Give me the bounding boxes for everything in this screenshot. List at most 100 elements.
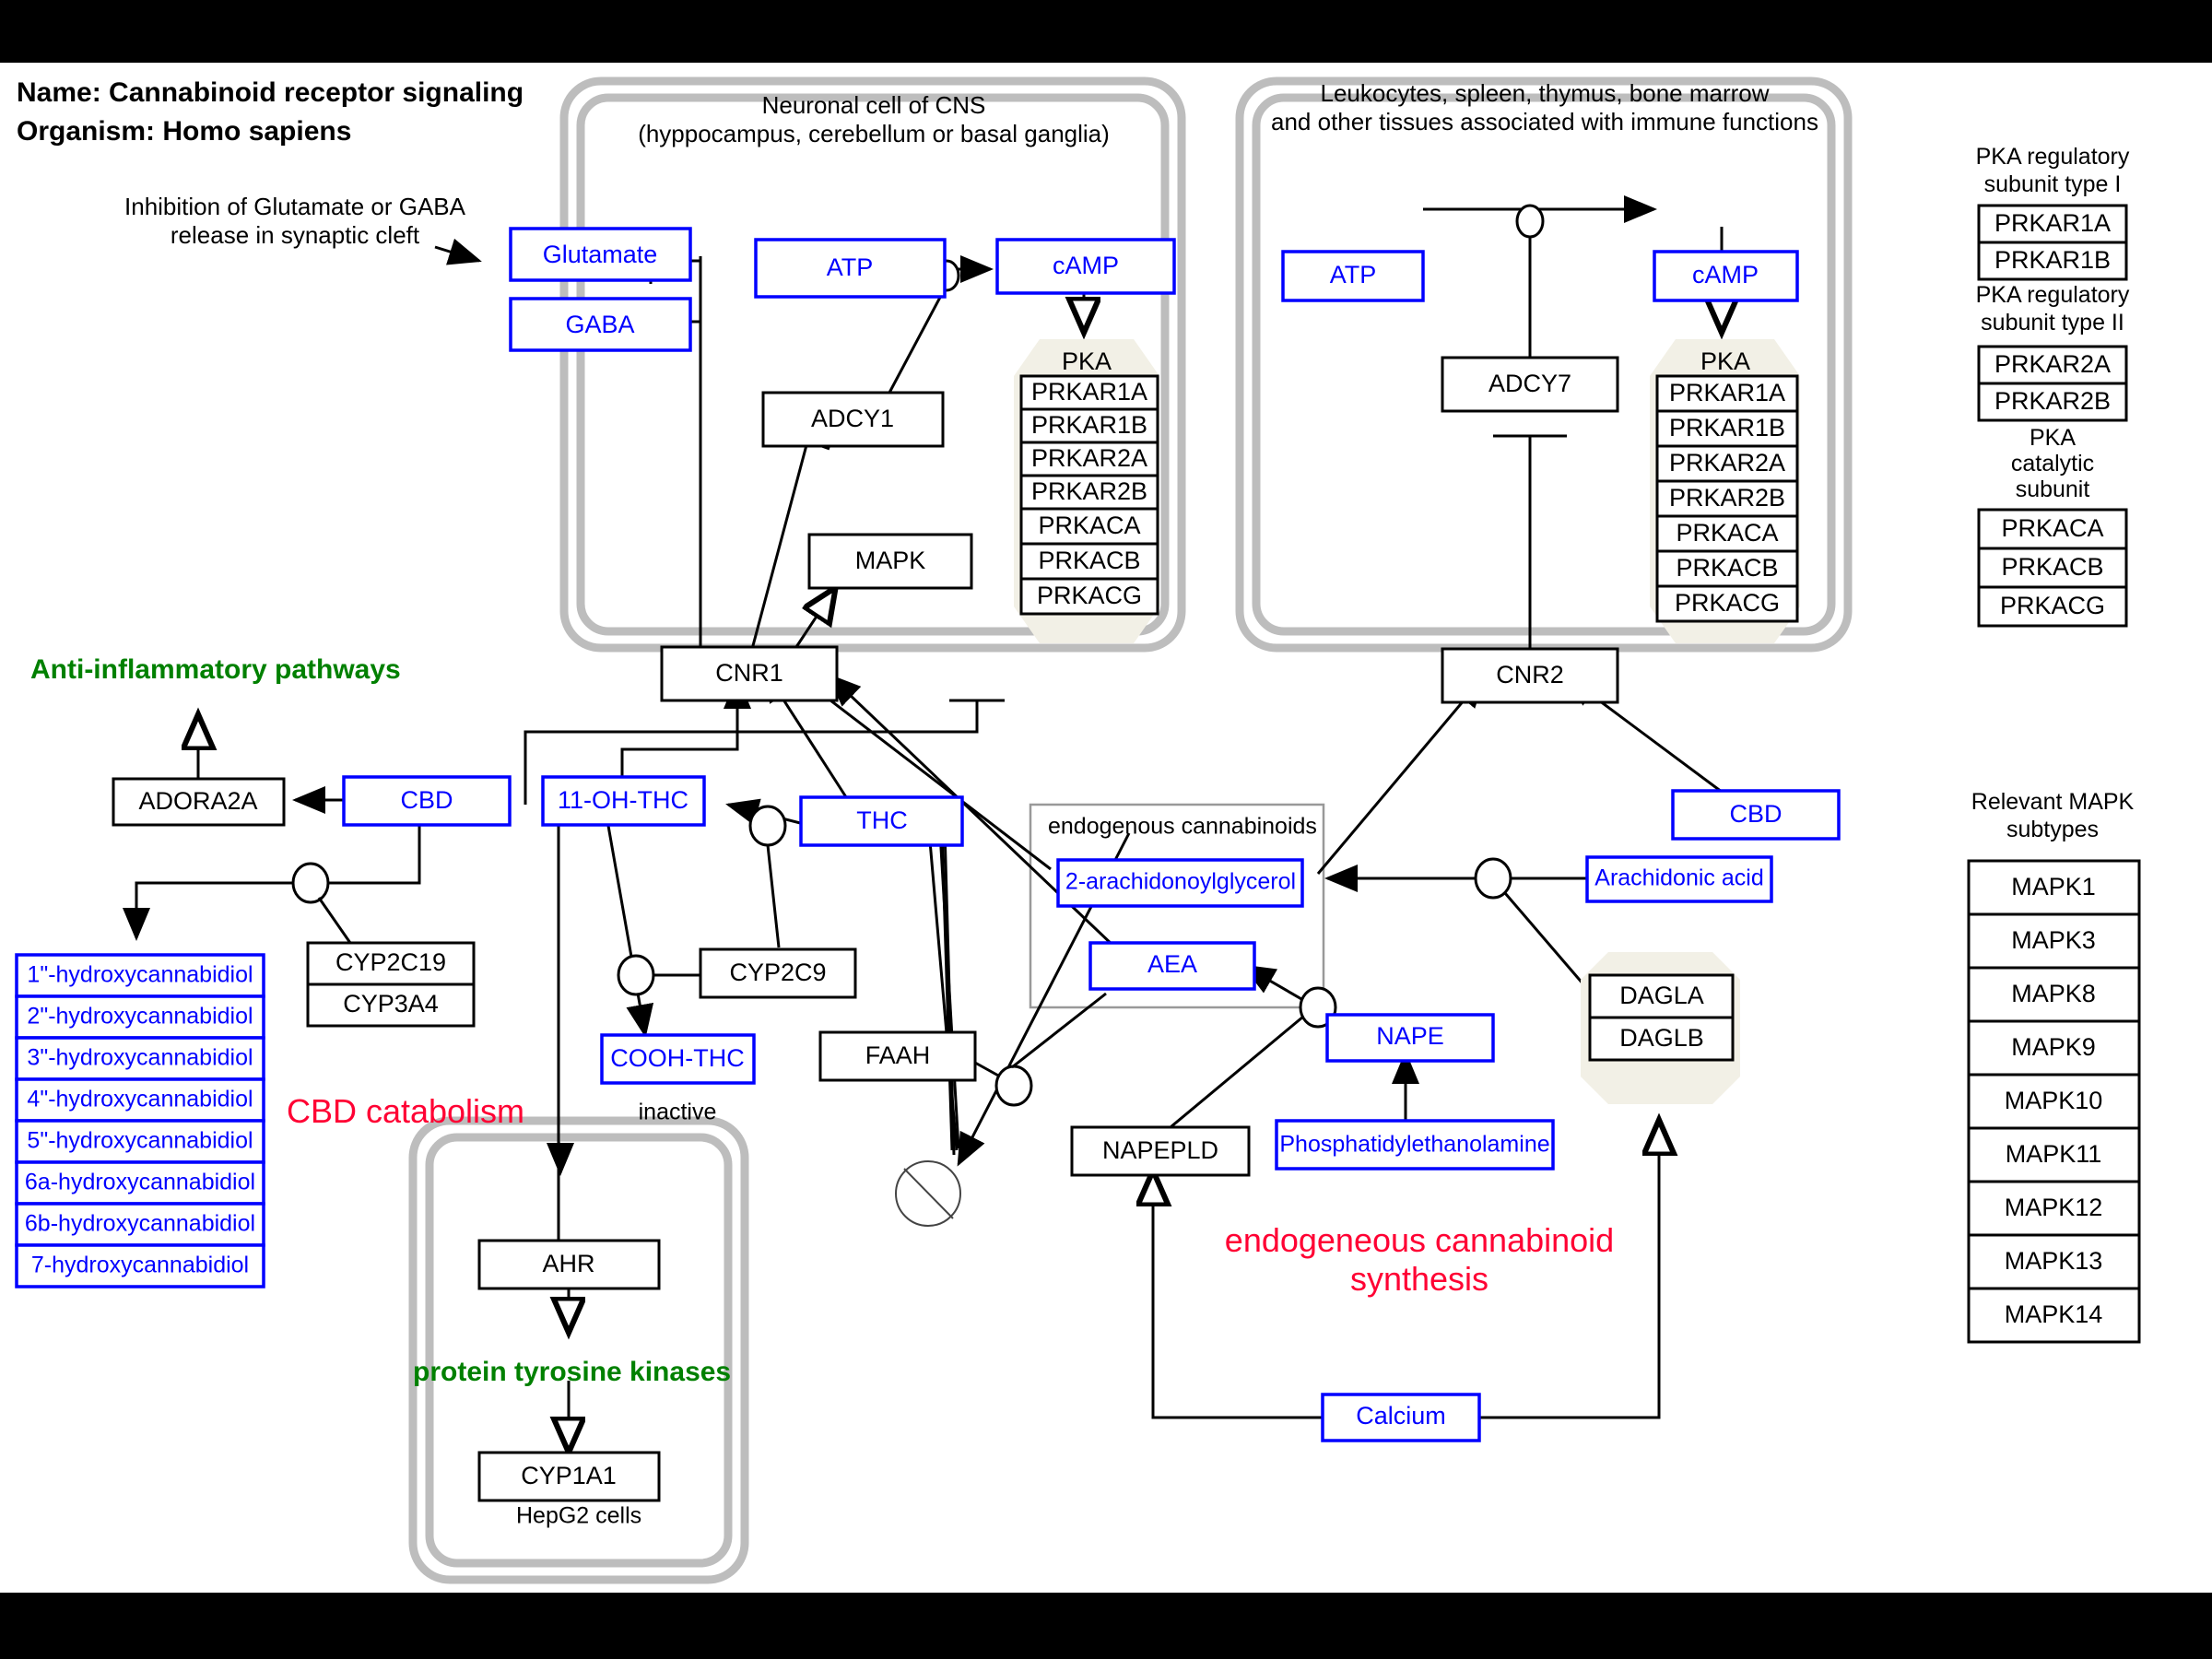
pathway-canvas: Neuronal cell of CNS (hyppocampus, cereb… <box>0 63 2212 1593</box>
metabolite-label: 6a-hydroxycannabidiol <box>25 1170 255 1195</box>
node-cyp2c9[interactable]: CYP2C9 <box>699 947 857 999</box>
pka-member-row[interactable]: PRKAR2B <box>1655 479 1799 518</box>
legend-item[interactable]: PRKAR1B <box>1977 241 2128 281</box>
legend-item[interactable]: MAPK1 <box>1967 859 2141 916</box>
legend-item[interactable]: PRKAR2A <box>1977 345 2128 385</box>
legend-item[interactable]: PRKAR1A <box>1977 204 2128 244</box>
list-item[interactable]: 7-hydroxycannabidiol <box>15 1243 265 1288</box>
node-cooh-thc[interactable]: COOH-THC <box>600 1033 756 1085</box>
gaba-label: GABA <box>565 311 634 338</box>
pka-complex-neuron-title: PKA <box>1062 347 1112 375</box>
daglb-label: DAGLB <box>1619 1024 1704 1052</box>
pka-member-row[interactable]: PRKAR1B <box>1019 407 1159 444</box>
pka-complex-neuron: PKA PRKAR1A PRKAR1B PRKAR2A PRKAR2B PRKA… <box>1014 339 1159 643</box>
node-cnr2[interactable]: CNR2 <box>1441 647 1619 704</box>
node-calcium[interactable]: Calcium <box>1321 1393 1481 1442</box>
node-gaba[interactable]: GABA <box>509 297 692 352</box>
endo-group-label: endogenous cannabinoids <box>1048 814 1317 840</box>
node-arachidonic-acid[interactable]: Arachidonic acid <box>1585 855 1773 903</box>
pka-complex-immune-title: PKA <box>1700 347 1750 375</box>
legend-item[interactable]: PRKACA <box>1977 508 2128 550</box>
pka-member-label: PRKACA <box>1676 519 1778 547</box>
list-item[interactable]: 6b-hydroxycannabidiol <box>15 1202 265 1247</box>
list-item[interactable]: 5"-hydroxycannabidiol <box>15 1119 265 1164</box>
list-item[interactable]: 2"-hydroxycannabidiol <box>15 994 265 1040</box>
protein-tyrosine-kinases-label: protein tyrosine kinases <box>413 1357 731 1387</box>
node-cyp1a1[interactable]: CYP1A1 <box>477 1451 661 1502</box>
pka-member-label: PRKAR2B <box>1031 477 1147 505</box>
pka-member-row[interactable]: PRKACB <box>1019 542 1159 581</box>
cyp1a1-label: CYP1A1 <box>521 1462 617 1489</box>
list-item[interactable]: 6a-hydroxycannabidiol <box>15 1160 265 1206</box>
node-aea[interactable]: AEA <box>1088 941 1256 991</box>
pka-member-row[interactable]: PRKAR1A <box>1655 374 1799 413</box>
dagla-label: DAGLA <box>1619 982 1704 1009</box>
legend-item[interactable]: MAPK11 <box>1967 1126 2141 1183</box>
node-atp-immune[interactable]: ATP <box>1281 250 1425 302</box>
list-item[interactable]: 4"-hydroxycannabidiol <box>15 1077 265 1123</box>
node-adcy1[interactable]: ADCY1 <box>761 391 945 448</box>
legend-label: PRKAR1A <box>1994 209 2111 237</box>
pka-member-row[interactable]: PRKACG <box>1019 577 1159 616</box>
adcy7-label: ADCY7 <box>1488 370 1571 397</box>
node-cyp3a4[interactable]: CYP3A4 <box>306 982 476 1028</box>
node-camp-immune[interactable]: cAMP <box>1653 250 1799 302</box>
node-adcy7[interactable]: ADCY7 <box>1441 356 1619 413</box>
node-adora2a[interactable]: ADORA2A <box>112 777 286 827</box>
legend-pkac-title3: subunit <box>2016 477 2090 502</box>
legend-item[interactable]: MAPK14 <box>1967 1287 2141 1344</box>
node-napepld[interactable]: NAPEPLD <box>1070 1125 1251 1177</box>
pka-member-row[interactable]: PRKACB <box>1655 549 1799 588</box>
pe-label: Phosphatidylethanolamine <box>1279 1132 1549 1158</box>
pka-member-row[interactable]: PRKAR2A <box>1019 441 1159 477</box>
pka-member-row[interactable]: PRKACA <box>1655 514 1799 553</box>
legend-item[interactable]: MAPK12 <box>1967 1180 2141 1237</box>
legend-label: MAPK3 <box>2011 926 2096 954</box>
nape-label: NAPE <box>1376 1022 1444 1050</box>
legend-item[interactable]: MAPK13 <box>1967 1233 2141 1290</box>
cnr1-label: CNR1 <box>715 659 783 687</box>
cbd-right-label: CBD <box>1729 800 1782 828</box>
pka-member-row[interactable]: PRKAR2B <box>1019 474 1159 511</box>
legend-label: PRKAR2B <box>1994 387 2111 415</box>
node-nape[interactable]: NAPE <box>1325 1013 1495 1063</box>
legend-item[interactable]: MAPK10 <box>1967 1073 2141 1130</box>
legend-item[interactable]: PRKACB <box>1977 547 2128 589</box>
legend-label: PRKACG <box>2000 592 2105 619</box>
legend-item[interactable]: PRKAR2B <box>1977 382 2128 422</box>
pka-member-row[interactable]: PRKACA <box>1019 507 1159 546</box>
list-item[interactable]: 3"-hydroxycannabidiol <box>15 1036 265 1081</box>
atp-immune-label: ATP <box>1330 261 1377 288</box>
legend-item[interactable]: PRKACG <box>1977 585 2128 628</box>
arachidonic-label: Arachidonic acid <box>1594 865 1763 891</box>
legend-item[interactable]: MAPK3 <box>1967 912 2141 970</box>
node-atp-neuron[interactable]: ATP <box>754 238 947 299</box>
node-daglb[interactable]: DAGLB <box>1588 1016 1735 1062</box>
node-faah[interactable]: FAAH <box>818 1030 977 1082</box>
pka-member-label: PRKAR1B <box>1031 411 1147 439</box>
pka-member-row[interactable]: PRKAR1B <box>1655 409 1799 448</box>
node-mapk[interactable]: MAPK <box>807 533 973 590</box>
metabolite-label: 4"-hydroxycannabidiol <box>27 1087 253 1112</box>
node-2-arachidonoylglycerol[interactable]: 2-arachidonoylglycerol <box>1056 858 1304 908</box>
node-ahr[interactable]: AHR <box>477 1239 661 1290</box>
pka-member-row[interactable]: PRKAR1A <box>1019 374 1159 411</box>
hepg2-label: HepG2 cells <box>516 1503 641 1529</box>
node-phosphatidylethanolamine[interactable]: Phosphatidylethanolamine <box>1275 1119 1555 1171</box>
node-camp-neuron[interactable]: cAMP <box>995 238 1176 295</box>
node-11-oh-thc[interactable]: 11-OH-THC <box>541 775 706 827</box>
node-dagla[interactable]: DAGLA <box>1588 973 1735 1019</box>
pka-member-label: PRKACG <box>1037 582 1142 609</box>
pka-member-row[interactable]: PRKACG <box>1655 584 1799 623</box>
node-thc[interactable]: THC <box>799 795 964 847</box>
legend-item[interactable]: MAPK8 <box>1967 966 2141 1023</box>
list-item[interactable]: 1"-hydroxycannabidiol <box>15 953 265 998</box>
node-cbd-right[interactable]: CBD <box>1671 789 1841 841</box>
pka-member-row[interactable]: PRKAR2A <box>1655 444 1799 483</box>
node-glutamate[interactable]: Glutamate <box>509 227 692 282</box>
endo-synthesis-annotation-line1: endogeneous cannabinoid <box>1225 1221 1614 1259</box>
node-cyp2c19[interactable]: CYP2C19 <box>306 941 476 986</box>
node-cbd-left[interactable]: CBD <box>342 775 512 827</box>
legend-item[interactable]: MAPK9 <box>1967 1019 2141 1077</box>
node-cnr1[interactable]: CNR1 <box>660 645 839 702</box>
